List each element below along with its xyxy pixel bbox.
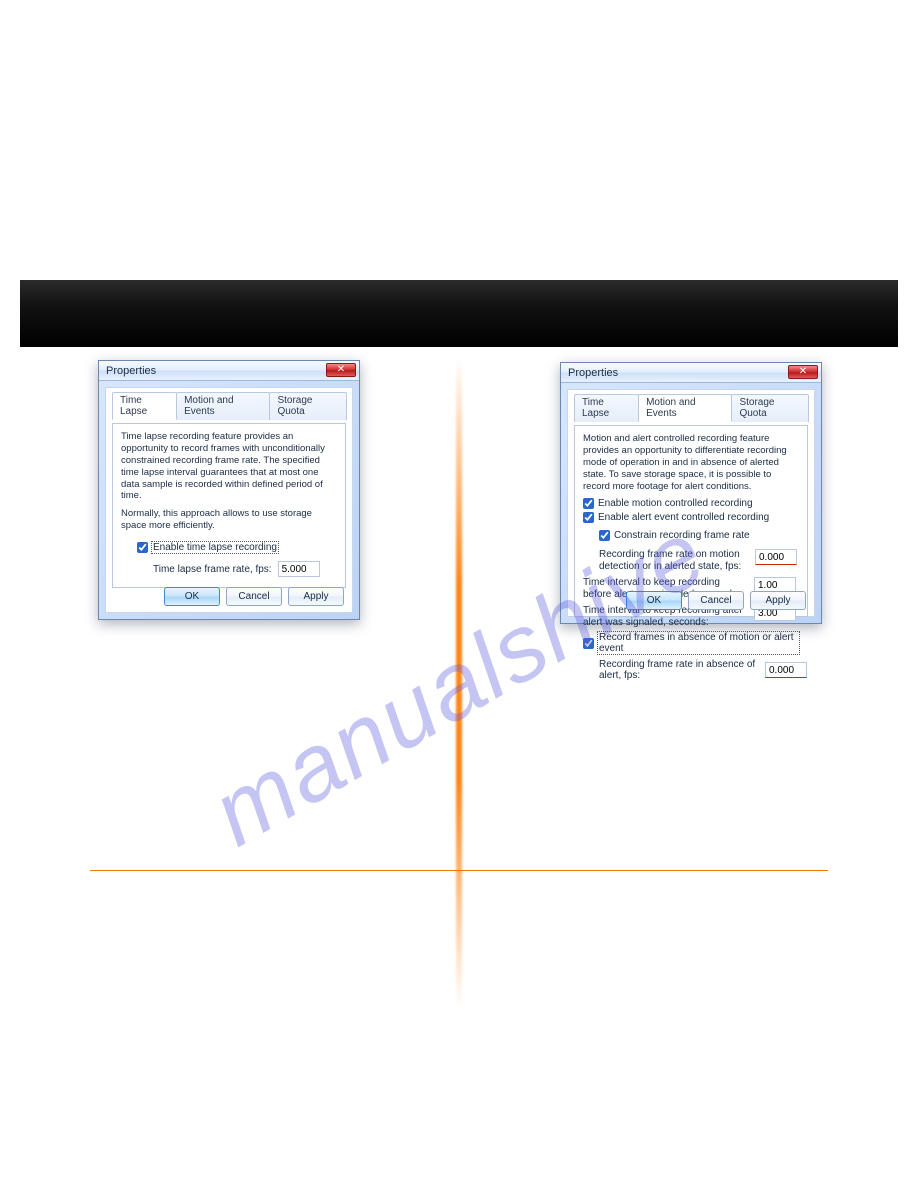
tab-motion-events[interactable]: Motion and Events	[176, 392, 270, 420]
record-absence-label: Record frames in absence of motion or al…	[598, 632, 799, 654]
tab-storage-quota[interactable]: Storage Quota	[731, 394, 809, 422]
ok-button[interactable]: OK	[164, 587, 220, 606]
tab-strip: Time Lapse Motion and Events Storage Quo…	[574, 394, 808, 422]
tab-motion-events[interactable]: Motion and Events	[638, 394, 732, 422]
constrain-rate-input[interactable]	[599, 530, 610, 541]
rate-absence-input[interactable]	[765, 662, 807, 678]
dialog-body: Time Lapse Motion and Events Storage Quo…	[567, 389, 815, 617]
enable-motion-input[interactable]	[583, 498, 594, 509]
header-band	[20, 280, 898, 347]
description-2: Normally, this approach allows to use st…	[121, 508, 337, 532]
frame-rate-label: Time lapse frame rate, fps:	[153, 564, 272, 575]
properties-dialog-motion-events: Properties ✕ Time Lapse Motion and Event…	[560, 362, 822, 624]
rate-absence-label: Recording frame rate in absence of alert…	[599, 659, 759, 681]
close-icon[interactable]: ✕	[326, 363, 356, 377]
enable-motion-checkbox[interactable]: Enable motion controlled recording	[583, 498, 753, 509]
properties-dialog-time-lapse: Properties ✕ Time Lapse Motion and Event…	[98, 360, 360, 620]
rate-detection-label: Recording frame rate on motion detection…	[599, 549, 749, 572]
cancel-button[interactable]: Cancel	[226, 587, 282, 606]
dialog-frame: Time Lapse Motion and Events Storage Quo…	[561, 383, 821, 623]
dialog-title: Properties	[106, 365, 156, 377]
dialog-body: Time Lapse Motion and Events Storage Quo…	[105, 387, 353, 613]
dialog-title: Properties	[568, 367, 618, 379]
description-1: Time lapse recording feature provides an…	[121, 431, 337, 502]
apply-button[interactable]: Apply	[750, 591, 806, 610]
tab-panel: Motion and alert controlled recording fe…	[574, 425, 808, 617]
constrain-rate-label: Constrain recording frame rate	[614, 530, 750, 541]
column-divider	[456, 357, 462, 1008]
enable-alert-label: Enable alert event controlled recording	[598, 512, 769, 523]
enable-alert-input[interactable]	[583, 512, 594, 523]
titlebar[interactable]: Properties ✕	[99, 361, 359, 381]
enable-alert-checkbox[interactable]: Enable alert event controlled recording	[583, 512, 769, 523]
record-absence-input[interactable]	[583, 638, 594, 649]
tab-panel: Time lapse recording feature provides an…	[112, 423, 346, 588]
tab-storage-quota[interactable]: Storage Quota	[269, 392, 347, 420]
close-icon[interactable]: ✕	[788, 365, 818, 379]
dialog-frame: Time Lapse Motion and Events Storage Quo…	[99, 381, 359, 619]
enable-time-lapse-label: Enable time lapse recording	[152, 542, 278, 553]
constrain-rate-checkbox[interactable]: Constrain recording frame rate	[599, 530, 750, 541]
tab-time-lapse[interactable]: Time Lapse	[574, 394, 639, 422]
description: Motion and alert controlled recording fe…	[583, 433, 799, 492]
ok-button[interactable]: OK	[626, 591, 682, 610]
button-row: OK Cancel Apply	[164, 587, 344, 606]
rate-detection-input[interactable]	[755, 549, 797, 565]
button-row: OK Cancel Apply	[626, 591, 806, 610]
enable-time-lapse-input[interactable]	[137, 542, 148, 553]
tab-time-lapse[interactable]: Time Lapse	[112, 392, 177, 420]
frame-rate-input[interactable]	[278, 561, 320, 577]
record-absence-checkbox[interactable]: Record frames in absence of motion or al…	[583, 632, 799, 654]
cancel-button[interactable]: Cancel	[688, 591, 744, 610]
apply-button[interactable]: Apply	[288, 587, 344, 606]
enable-time-lapse-checkbox[interactable]: Enable time lapse recording	[137, 542, 278, 553]
tab-strip: Time Lapse Motion and Events Storage Quo…	[112, 392, 346, 420]
titlebar[interactable]: Properties ✕	[561, 363, 821, 383]
enable-motion-label: Enable motion controlled recording	[598, 498, 753, 509]
